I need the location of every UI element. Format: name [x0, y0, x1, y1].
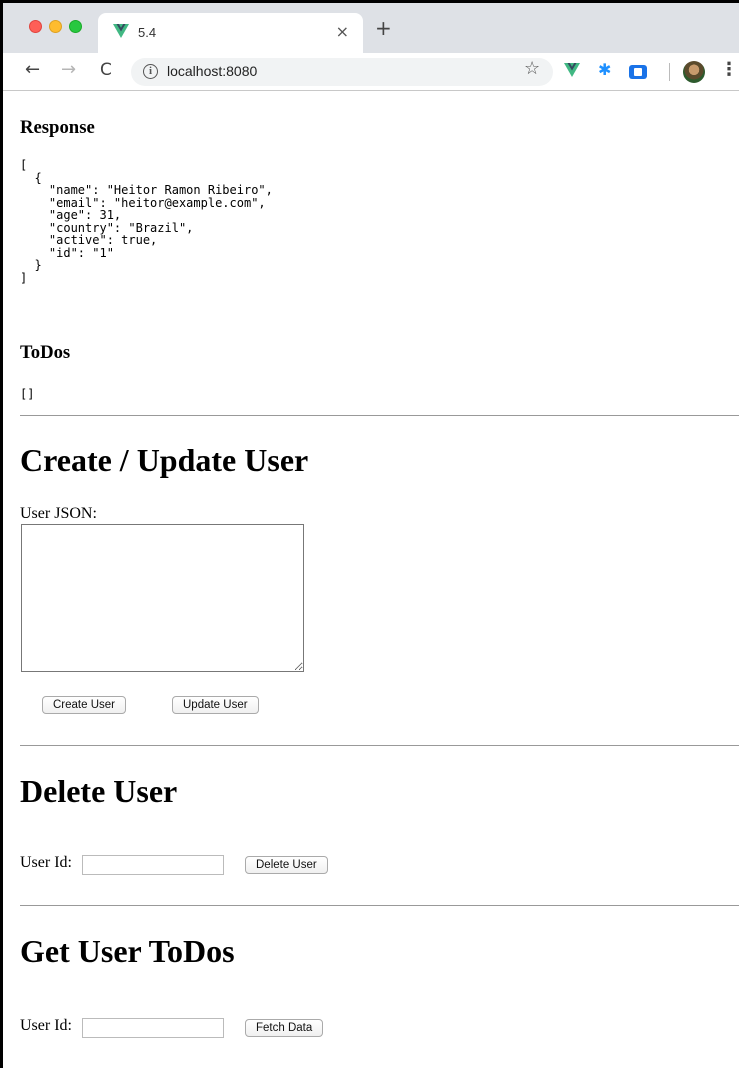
extension-icon[interactable]: [629, 65, 647, 79]
update-user-button[interactable]: Update User: [172, 696, 259, 714]
vue-devtools-icon[interactable]: [564, 63, 580, 82]
delete-user-heading: Delete User: [20, 773, 178, 809]
close-window-button[interactable]: [29, 20, 42, 33]
delete-user-id-input[interactable]: [82, 855, 224, 875]
maximize-window-button[interactable]: [69, 20, 82, 33]
bookmark-star-icon[interactable]: ☆: [524, 59, 540, 79]
todos-user-id-label: User Id:: [20, 1017, 72, 1034]
close-icon[interactable]: ×: [336, 22, 349, 41]
response-heading: Response: [20, 117, 95, 138]
new-tab-button[interactable]: +: [375, 18, 392, 38]
avatar[interactable]: [683, 61, 705, 83]
todos-user-id-input[interactable]: [82, 1018, 224, 1038]
create-user-button[interactable]: Create User: [42, 696, 126, 714]
bug-icon[interactable]: ✱: [598, 60, 611, 79]
toolbar-divider: [669, 63, 670, 81]
menu-dots-icon[interactable]: ⋮: [720, 60, 738, 80]
back-button[interactable]: ←: [25, 60, 40, 80]
fetch-data-button[interactable]: Fetch Data: [245, 1019, 324, 1037]
divider: [20, 415, 739, 416]
get-user-todos-heading: Get User ToDos: [20, 933, 235, 969]
tab-strip: 5.4 × +: [3, 3, 739, 53]
url-text[interactable]: localhost:8080: [167, 63, 257, 79]
address-bar[interactable]: i localhost:8080: [131, 58, 553, 86]
response-json: [ { "name": "Heitor Ramon Ribeiro", "ema…: [20, 158, 273, 285]
delete-user-button[interactable]: Delete User: [245, 856, 328, 874]
delete-user-id-label: User Id:: [20, 854, 72, 871]
info-icon[interactable]: i: [143, 64, 158, 79]
todos-heading: ToDos: [20, 342, 71, 363]
tab-title: 5.4: [138, 25, 157, 40]
vue-logo-icon: [113, 24, 129, 43]
minimize-window-button[interactable]: [49, 20, 62, 33]
browser-window: 5.4 × + ← → C i localhost:8080 ☆ ✱ ⋮ Res…: [0, 0, 739, 1068]
reload-button[interactable]: C: [100, 60, 112, 80]
divider: [20, 905, 739, 906]
browser-toolbar: ← → C i localhost:8080 ☆ ✱ ⋮: [3, 53, 739, 91]
create-update-heading: Create / Update User: [20, 442, 309, 478]
user-json-label: User JSON:: [20, 505, 97, 522]
todos-json: []: [20, 387, 35, 401]
forward-button[interactable]: →: [61, 60, 76, 80]
user-json-textarea[interactable]: [21, 524, 304, 672]
divider: [20, 745, 739, 746]
browser-tab[interactable]: 5.4 ×: [98, 13, 363, 53]
